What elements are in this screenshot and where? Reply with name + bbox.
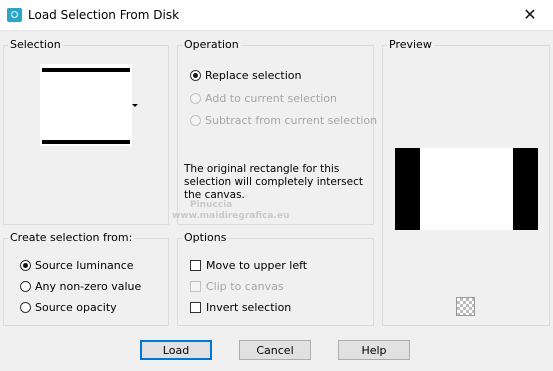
preview-group: Preview: [382, 38, 550, 326]
selection-group-label: Selection: [8, 38, 63, 51]
window-title: Load Selection From Disk: [28, 8, 180, 22]
options-group-label: Options: [182, 231, 229, 244]
cancel-button[interactable]: Cancel: [239, 340, 311, 360]
checkbox-label: Invert selection: [206, 301, 292, 314]
create-selection-from-group: Create selection from: Source luminance …: [3, 231, 169, 326]
thumbnail-top-bar: [42, 68, 130, 72]
title-bar: Load Selection From Disk ✕: [0, 0, 553, 31]
checkbox[interactable]: [190, 302, 201, 313]
app-icon: [7, 8, 22, 22]
create-selection-from-label: Create selection from:: [8, 231, 135, 244]
operation-group: Operation Replace selection Add to curre…: [177, 38, 377, 225]
radio-replace-selection[interactable]: Replace selection: [190, 69, 301, 82]
radio-label: Source luminance: [35, 259, 134, 272]
checkbox-clip-to-canvas[interactable]: Clip to canvas: [190, 280, 284, 293]
radio-button[interactable]: [20, 260, 31, 271]
options-group: Options Move to upper left Clip to canva…: [177, 231, 374, 326]
close-icon[interactable]: ✕: [507, 0, 553, 31]
radio-label: Source opacity: [35, 301, 117, 314]
checkbox[interactable]: [190, 260, 201, 271]
radio-label: Replace selection: [205, 69, 302, 82]
radio-source-opacity[interactable]: Source opacity: [20, 301, 117, 314]
radio-label: Subtract from current selection: [205, 114, 378, 127]
operation-info-text: The original rectangle for this selectio…: [184, 163, 364, 201]
checkbox-label: Clip to canvas: [206, 280, 284, 293]
preview-selection-area: [420, 148, 513, 230]
radio-label: Any non-zero value: [35, 280, 142, 293]
radio-add-to-selection[interactable]: Add to current selection: [190, 92, 337, 105]
preview-image: [395, 148, 538, 230]
preview-group-label: Preview: [387, 38, 434, 51]
load-button[interactable]: Load: [140, 340, 212, 360]
thumbnail-bottom-bar: [42, 140, 130, 144]
checkerboard-toggle-icon[interactable]: [456, 297, 475, 316]
radio-button[interactable]: [190, 93, 201, 104]
radio-source-luminance[interactable]: Source luminance: [20, 259, 134, 272]
selection-group: Selection: [3, 38, 169, 225]
radio-button[interactable]: [190, 115, 201, 126]
help-button[interactable]: Help: [338, 340, 410, 360]
selection-thumbnail[interactable]: [40, 64, 132, 146]
checkbox-label: Move to upper left: [206, 259, 308, 272]
checkbox[interactable]: [190, 281, 201, 292]
radio-button[interactable]: [20, 281, 31, 292]
radio-subtract-from-selection[interactable]: Subtract from current selection: [190, 114, 377, 127]
checkbox-invert-selection[interactable]: Invert selection: [190, 301, 291, 314]
operation-group-label: Operation: [182, 38, 241, 51]
radio-any-non-zero-value[interactable]: Any non-zero value: [20, 280, 141, 293]
checkbox-move-to-upper-left[interactable]: Move to upper left: [190, 259, 307, 272]
radio-button[interactable]: [190, 70, 201, 81]
radio-button[interactable]: [20, 302, 31, 313]
dropdown-arrow-icon[interactable]: [132, 104, 138, 107]
radio-label: Add to current selection: [205, 92, 337, 105]
